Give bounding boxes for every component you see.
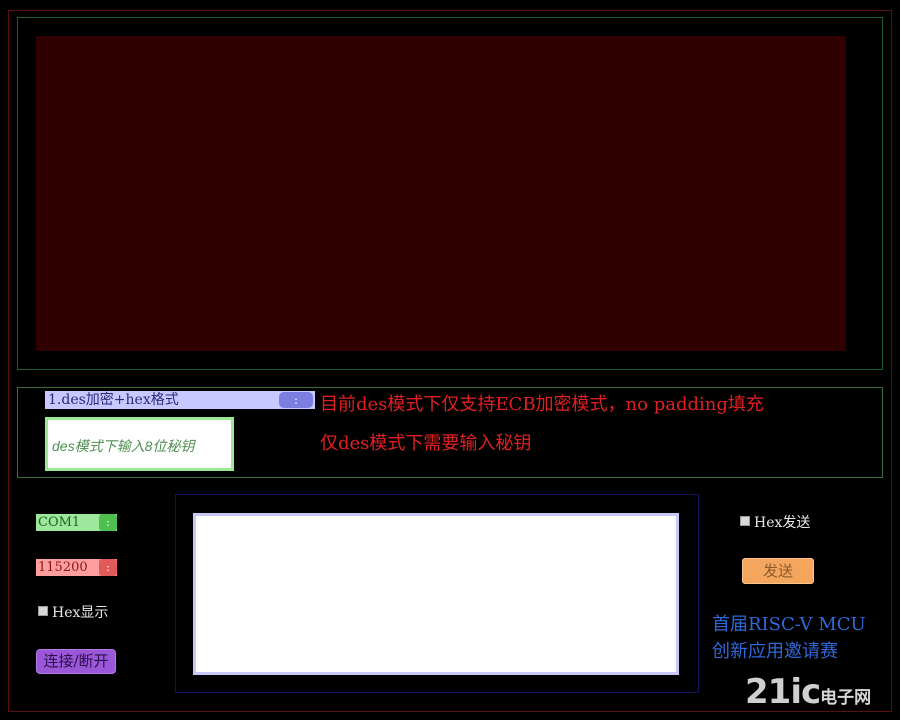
connect-disconnect-button[interactable]: 连接/断开 (36, 649, 116, 674)
hex-send-label: Hex发送 (754, 515, 811, 531)
contest-title-line-2: 创新应用邀请赛 (712, 641, 838, 662)
watermark-logo: 21ic电子网 (745, 672, 871, 712)
baud-rate-dropdown-icon[interactable]: : (99, 559, 117, 576)
key-info-text: 仅des模式下需要输入秘钥 (320, 433, 532, 454)
com-port-dropdown-icon[interactable]: : (99, 514, 117, 531)
send-button[interactable]: 发送 (742, 558, 814, 584)
send-text-input[interactable] (193, 513, 679, 675)
watermark-main-text: 21ic (745, 672, 821, 712)
crypto-mode-dropdown-icon[interactable]: : (279, 392, 313, 408)
hex-display-label: Hex显示 (52, 605, 109, 621)
mode-info-text: 目前des模式下仅支持ECB加密模式，no padding填充 (320, 394, 764, 415)
hex-send-checkbox[interactable] (740, 516, 750, 526)
des-key-input[interactable] (45, 417, 234, 471)
receive-display-area[interactable] (36, 36, 846, 351)
watermark-cn-text: 电子网 (820, 688, 872, 708)
contest-title-line-1: 首届RISC-V MCU (712, 614, 866, 635)
hex-display-checkbox[interactable] (38, 606, 48, 616)
crypto-mode-select[interactable]: 1.des加密+hex格式 (45, 391, 315, 409)
